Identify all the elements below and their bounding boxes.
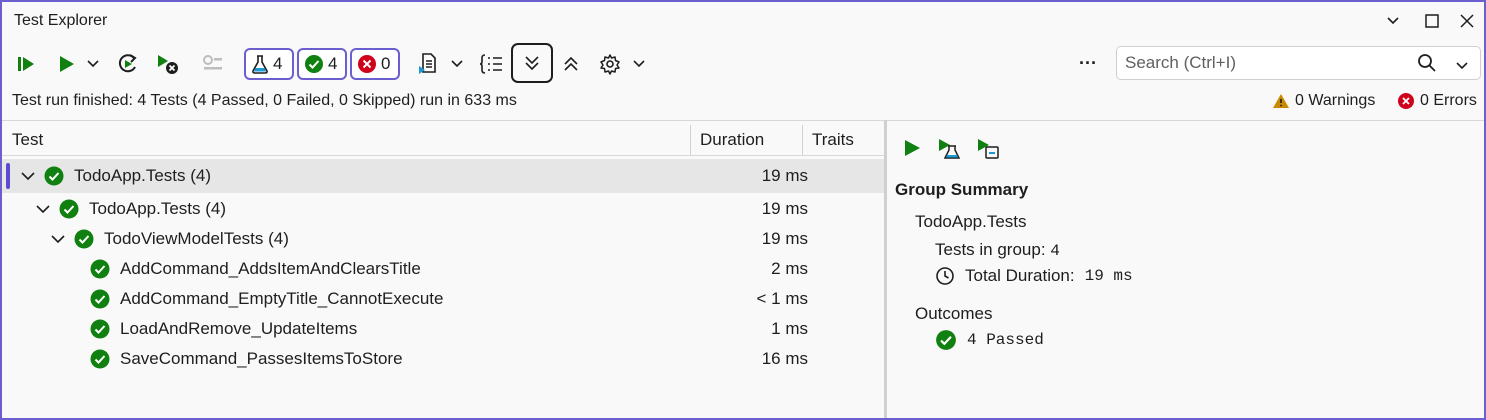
test-duration: 2 ms	[771, 259, 808, 278]
status-bar: Test run finished: 4 Tests (4 Passed, 0 …	[2, 88, 1484, 116]
group-summary-title: Group Summary	[895, 180, 1029, 199]
run-all-tests-icon[interactable]	[14, 52, 38, 76]
warning-icon	[1273, 94, 1289, 108]
test-duration: 1 ms	[771, 319, 808, 338]
failed-tests-count: 0	[381, 54, 391, 73]
playlist-dropdown-icon[interactable]	[448, 54, 466, 74]
run-group-tests-icon[interactable]	[936, 137, 962, 159]
test-duration: 19 ms	[761, 229, 808, 248]
search-options-dropdown-icon[interactable]	[1455, 58, 1469, 76]
test-tree-row[interactable]: AddCommand_AddsItemAndClearsTitle 2 ms	[2, 254, 884, 284]
debug-group-icon[interactable]	[975, 137, 1001, 159]
debug-disabled-icon[interactable]	[199, 51, 225, 77]
test-name: SaveCommand_PassesItemsToStore	[120, 349, 403, 368]
errors-text: 0 Errors	[1420, 92, 1477, 109]
dropdown-icon[interactable]	[1382, 10, 1404, 32]
passed-icon	[74, 229, 94, 249]
test-duration: 16 ms	[761, 349, 808, 368]
outcome-passed[interactable]: 4 Passed	[935, 329, 1044, 351]
passed-tests-count: 4	[328, 54, 338, 73]
warnings-text: 0 Warnings	[1295, 92, 1376, 109]
collapse-all-icon[interactable]	[558, 52, 584, 76]
group-summary-pane: Group Summary TodoApp.Tests Tests in gro…	[887, 120, 1484, 418]
run-icon[interactable]	[54, 52, 78, 76]
run-dropdown-icon[interactable]	[84, 54, 102, 74]
test-duration: 19 ms	[761, 199, 808, 218]
test-name: TodoApp.Tests (4)	[74, 166, 212, 185]
test-tree-row[interactable]: TodoViewModelTests (4) 19 ms	[2, 224, 884, 254]
passed-icon	[44, 166, 64, 186]
passed-icon	[90, 349, 110, 369]
tests-in-group: Tests in group: 4	[935, 240, 1060, 260]
test-name: TodoViewModelTests (4)	[104, 229, 289, 248]
test-name: TodoApp.Tests (4)	[89, 199, 227, 218]
test-duration: 19 ms	[761, 166, 808, 185]
passed-tests-filter[interactable]: 4	[297, 48, 347, 80]
chevron-down-icon[interactable]	[50, 231, 66, 247]
passed-icon	[90, 259, 110, 279]
test-duration: < 1 ms	[756, 289, 809, 308]
errors-indicator[interactable]: 0 Errors	[1397, 92, 1477, 110]
column-traits[interactable]: Traits	[812, 130, 854, 150]
expand-all-button[interactable]	[511, 43, 553, 83]
total-tests-filter[interactable]: 4	[244, 48, 294, 80]
search-icon[interactable]	[1417, 53, 1437, 78]
test-tree-row[interactable]: TodoApp.Tests (4) 19 ms	[2, 194, 884, 224]
tests-in-group-value: 4	[1050, 242, 1060, 260]
test-tree-row[interactable]: SaveCommand_PassesItemsToStore 16 ms	[2, 344, 884, 374]
chevron-down-icon[interactable]	[35, 201, 51, 217]
test-explorer-window: Test Explorer 4 4 0 ··· Search (Ctrl+I) …	[0, 0, 1486, 420]
test-tree-row[interactable]: LoadAndRemove_UpdateItems 1 ms	[2, 314, 884, 344]
total-duration: Total Duration: 19 ms	[935, 266, 1133, 286]
passed-count-text: 4 Passed	[967, 331, 1044, 349]
search-input[interactable]	[1125, 52, 1405, 74]
run-group-icon[interactable]	[901, 137, 923, 159]
test-name: AddCommand_AddsItemAndClearsTitle	[120, 259, 421, 278]
passed-icon	[59, 199, 79, 219]
close-icon[interactable]	[1456, 10, 1478, 32]
column-separator[interactable]	[690, 125, 691, 155]
total-duration-label: Total Duration:	[965, 266, 1075, 285]
warnings-indicator[interactable]: 0 Warnings	[1272, 92, 1375, 110]
run-status-text: Test run finished: 4 Tests (4 Passed, 0 …	[12, 92, 517, 109]
settings-dropdown-icon[interactable]	[630, 54, 648, 74]
settings-gear-icon[interactable]	[597, 52, 623, 76]
search-box[interactable]	[1116, 46, 1481, 80]
title-bar: Test Explorer	[2, 2, 1484, 42]
tests-in-group-label: Tests in group:	[935, 240, 1046, 259]
test-tree-row[interactable]: AddCommand_EmptyTitle_CannotExecute < 1 m…	[2, 284, 884, 314]
test-name: LoadAndRemove_UpdateItems	[120, 319, 358, 338]
total-duration-value: 19 ms	[1084, 267, 1133, 285]
more-options-icon[interactable]: ···	[1076, 50, 1100, 76]
passed-icon	[90, 289, 110, 309]
failed-icon	[358, 55, 376, 73]
expand-all-icon	[525, 56, 539, 71]
column-header: Test Duration Traits	[2, 121, 884, 156]
playlist-icon[interactable]	[414, 51, 442, 77]
test-tree-row[interactable]: TodoApp.Tests (4) 19 ms	[2, 159, 884, 193]
total-tests-count: 4	[273, 54, 283, 73]
group-name: TodoApp.Tests	[915, 212, 1027, 231]
passed-icon	[305, 55, 323, 73]
column-duration[interactable]: Duration	[700, 130, 764, 150]
error-icon	[1398, 93, 1414, 109]
window-title: Test Explorer	[14, 12, 108, 29]
selection-indicator	[6, 163, 10, 189]
column-separator[interactable]	[802, 125, 803, 155]
failed-tests-filter[interactable]: 0	[350, 48, 400, 80]
chevron-down-icon[interactable]	[20, 168, 36, 184]
test-name: AddCommand_EmptyTitle_CannotExecute	[120, 289, 444, 308]
passed-icon	[936, 330, 956, 350]
toolbar: 4 4 0 ···	[2, 42, 1484, 86]
test-tree-pane: Test Duration Traits TodoApp.Tests (4) 19…	[2, 120, 884, 418]
outcomes-label: Outcomes	[915, 304, 993, 323]
cancel-run-icon[interactable]	[154, 51, 182, 77]
column-test[interactable]: Test	[12, 130, 43, 150]
clock-icon	[936, 267, 954, 285]
flask-icon	[252, 55, 268, 74]
repeat-last-run-icon[interactable]	[115, 51, 141, 77]
group-by-icon[interactable]	[478, 51, 506, 77]
passed-icon	[90, 319, 110, 339]
maximize-icon[interactable]	[1421, 10, 1443, 32]
